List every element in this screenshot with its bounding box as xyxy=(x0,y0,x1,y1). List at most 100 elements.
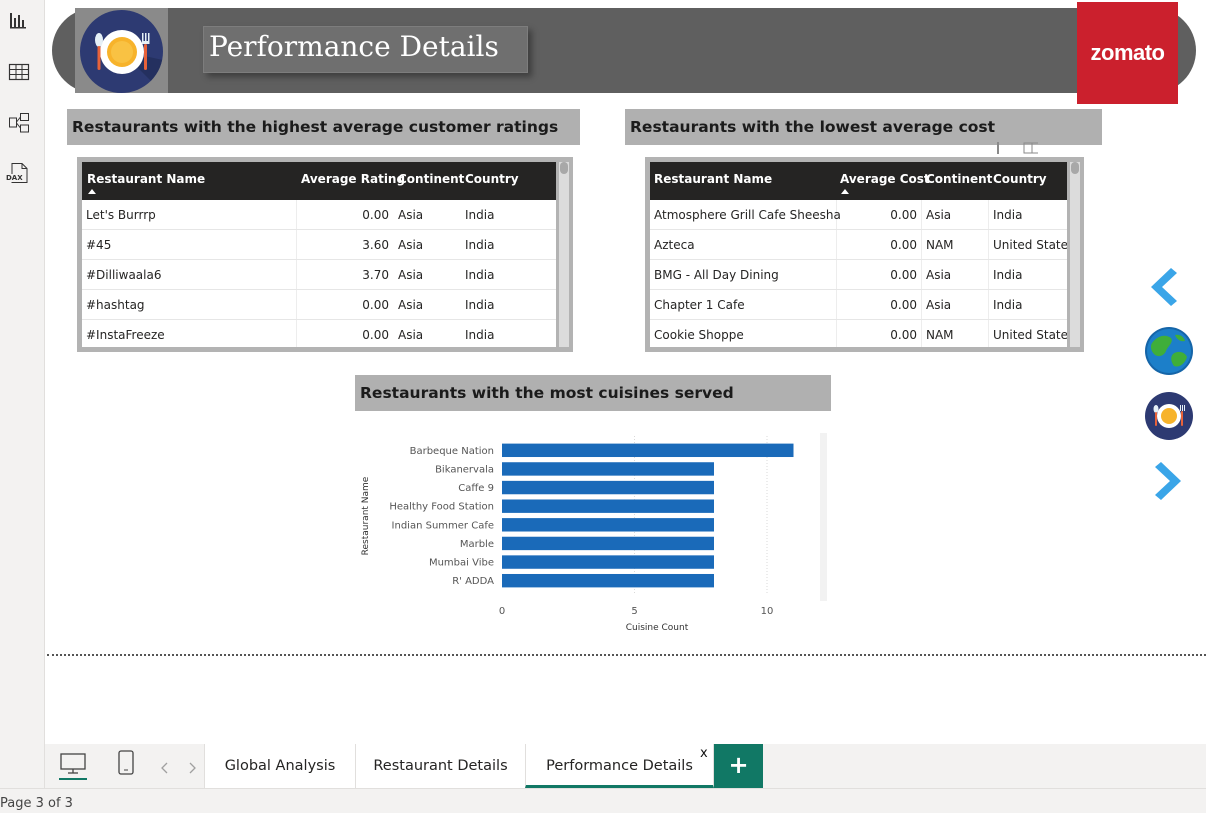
average-rating-cell: 0.00 xyxy=(362,298,389,312)
restaurant-name-cell: Azteca xyxy=(654,238,695,252)
page-divider xyxy=(47,654,1206,656)
table-scrollbar[interactable] xyxy=(559,162,569,347)
scroll-tabs-left-icon[interactable] xyxy=(161,759,169,778)
average-rating-cell: 3.60 xyxy=(362,238,389,252)
country-cell: United States xyxy=(993,328,1067,342)
average-rating-cell: 0.00 xyxy=(362,328,389,342)
mobile-layout-icon[interactable] xyxy=(117,750,137,776)
tab-performance-details[interactable]: Performance Details x xyxy=(525,744,714,788)
report-view-icon[interactable] xyxy=(8,10,30,32)
country-cell: India xyxy=(993,298,1023,312)
restaurant-name-cell: Cookie Shoppe xyxy=(654,328,744,342)
view-switcher-rail: DAX xyxy=(0,0,45,788)
column-header[interactable]: Country xyxy=(465,172,519,186)
category-label: Marble xyxy=(460,539,494,550)
bar[interactable] xyxy=(502,443,794,458)
page-title: Performance Details xyxy=(209,30,499,63)
status-bar: Page 3 of 3 xyxy=(0,788,1206,813)
category-label: Bikanervala xyxy=(435,464,494,475)
column-header[interactable]: Continent xyxy=(398,172,464,186)
bar[interactable] xyxy=(502,518,714,532)
category-label: Caffe 9 xyxy=(458,483,494,494)
add-page-button[interactable]: + xyxy=(714,744,763,788)
bar[interactable] xyxy=(502,536,714,551)
chevron-right-icon[interactable] xyxy=(1153,460,1185,506)
model-view-icon[interactable] xyxy=(8,112,30,134)
average-cost-cell: 0.00 xyxy=(890,268,917,282)
table-row[interactable]: #InstaFreeze 0.00 Asia India xyxy=(82,320,556,347)
continent-cell: Asia xyxy=(398,268,424,282)
tab-global-analysis[interactable]: Global Analysis xyxy=(204,744,356,788)
column-header[interactable]: Average Rating xyxy=(301,172,405,186)
continent-cell: NAM xyxy=(926,328,954,342)
cuisines-title: Restaurants with the most cuisines serve… xyxy=(355,375,831,411)
bar[interactable] xyxy=(502,499,714,513)
restaurant-name-cell: #45 xyxy=(86,238,112,252)
desktop-layout-icon[interactable] xyxy=(59,751,89,781)
average-cost-cell: 0.00 xyxy=(890,328,917,342)
category-label: Indian Summer Cafe xyxy=(392,520,494,531)
tab-label: Performance Details xyxy=(546,758,693,774)
column-header[interactable]: Restaurant Name xyxy=(654,172,772,186)
lowest-cost-table[interactable]: Restaurant Name Average Cost Continent C… xyxy=(645,157,1084,352)
dax-query-icon[interactable]: DAX xyxy=(6,162,30,184)
table-row[interactable]: Cookie Shoppe 0.00 NAM United States xyxy=(650,320,1067,347)
column-header[interactable]: Country xyxy=(993,172,1047,186)
restaurant-name-cell: #Dilliwaala6 xyxy=(86,268,162,282)
chevron-left-icon[interactable] xyxy=(1147,266,1179,312)
continent-cell: Asia xyxy=(398,238,424,252)
average-rating-cell: 0.00 xyxy=(362,208,389,222)
restaurant-name-cell: Chapter 1 Cafe xyxy=(654,298,745,312)
y-axis-title: Restaurant Name xyxy=(361,476,371,555)
country-cell: India xyxy=(465,268,495,282)
top-ratings-table[interactable]: Restaurant Name Average Rating Continent… xyxy=(77,157,573,352)
visual-header-icons[interactable] xyxy=(994,139,1042,154)
table-scrollbar[interactable] xyxy=(1070,162,1080,347)
restaurant-name-cell: Let's Burrrp xyxy=(86,208,156,222)
table-row[interactable]: #45 3.60 Asia India xyxy=(82,230,556,260)
continent-cell: Asia xyxy=(926,208,952,222)
table-row[interactable]: Chapter 1 Cafe 0.00 Asia India xyxy=(650,290,1067,320)
country-cell: India xyxy=(465,298,495,312)
table-row[interactable]: Let's Burrrp 0.00 Asia India xyxy=(82,200,556,230)
category-label: Healthy Food Station xyxy=(389,502,494,513)
table-header: Restaurant Name Average Rating Continent… xyxy=(82,162,556,200)
tab-restaurant-details[interactable]: Restaurant Details xyxy=(355,744,526,788)
scroll-tabs-right-icon[interactable] xyxy=(188,759,196,778)
bar[interactable] xyxy=(502,480,714,495)
brand-name: zomato xyxy=(1090,40,1166,65)
column-header[interactable]: Average Cost xyxy=(840,172,930,186)
cuisine-count-bar-chart: Barbeque Nation Bikanervala Caffe 9 Healthy… xyxy=(361,433,827,633)
top-ratings-title: Restaurants with the highest average cus… xyxy=(67,109,580,145)
close-tab-button[interactable]: x xyxy=(700,732,708,776)
table-row[interactable]: #Dilliwaala6 3.70 Asia India xyxy=(82,260,556,290)
table-row[interactable]: #hashtag 0.00 Asia India xyxy=(82,290,556,320)
page-indicator: Page 3 of 3 xyxy=(0,796,73,811)
category-label: R' ADDA xyxy=(452,576,494,587)
average-cost-cell: 0.00 xyxy=(890,208,917,222)
table-row[interactable]: Azteca 0.00 NAM United States xyxy=(650,230,1067,260)
column-header[interactable]: Restaurant Name xyxy=(87,172,205,186)
bar[interactable] xyxy=(502,573,714,588)
chart-scrollbar[interactable] xyxy=(820,433,827,601)
column-header[interactable]: Continent xyxy=(926,172,992,186)
plate-icon[interactable] xyxy=(1144,391,1194,445)
tab-label: Global Analysis xyxy=(224,758,336,774)
page-tab-bar: Global Analysis Restaurant Details Perfo… xyxy=(45,744,1206,788)
table-view-icon[interactable] xyxy=(8,61,30,83)
restaurant-name-cell: BMG - All Day Dining xyxy=(654,268,779,282)
bar[interactable] xyxy=(502,462,714,476)
bar[interactable] xyxy=(502,555,714,569)
sort-ascending-icon[interactable] xyxy=(88,189,96,194)
x-tick-label: 5 xyxy=(631,606,637,617)
table-header: Restaurant Name Average Cost Continent C… xyxy=(650,162,1067,200)
restaurant-name-cell: #InstaFreeze xyxy=(86,328,165,342)
table-row[interactable]: BMG - All Day Dining 0.00 Asia India xyxy=(650,260,1067,290)
sort-ascending-icon[interactable] xyxy=(841,189,849,194)
restaurant-name-cell: #hashtag xyxy=(86,298,145,312)
country-cell: India xyxy=(465,328,495,342)
table-row[interactable]: Atmosphere Grill Cafe Sheesha 0.00 Asia … xyxy=(650,200,1067,230)
continent-cell: NAM xyxy=(926,238,954,252)
country-cell: India xyxy=(993,268,1023,282)
globe-icon[interactable] xyxy=(1144,326,1194,380)
